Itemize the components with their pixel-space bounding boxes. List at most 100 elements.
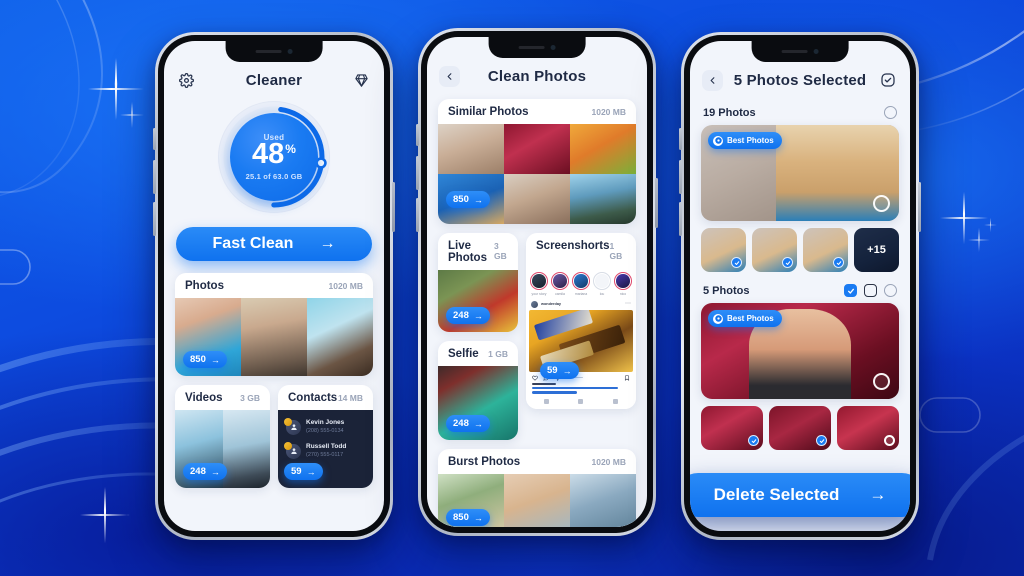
contact-info: Russell Todd (270) 555-0117 [306, 443, 346, 459]
select-all-circle[interactable] [884, 106, 897, 119]
phone-side-button [416, 156, 419, 190]
phone-side-button [416, 198, 419, 232]
count-pill[interactable]: 850 → [446, 509, 490, 526]
thumbnail [504, 474, 570, 527]
card-title: Live Photos [448, 240, 487, 264]
phone-notch [225, 41, 323, 62]
chevron-left-icon[interactable] [702, 69, 723, 91]
badge-label: Best Photos [727, 314, 774, 323]
check-icon[interactable] [748, 435, 759, 446]
count-pill[interactable]: 248 → [183, 463, 227, 480]
diamond-icon[interactable] [351, 70, 372, 91]
photo-select-circle[interactable] [873, 195, 890, 212]
thumbnail[interactable] [701, 228, 746, 272]
fast-clean-label: Fast Clean [212, 235, 294, 252]
phone-selection: 5 Photos Selected 19 Photos Best Photos … [679, 32, 921, 540]
check-icon[interactable] [782, 257, 793, 268]
count-pill[interactable]: 850 → [446, 191, 490, 208]
card-header: Contacts 14 MB [278, 385, 373, 410]
count-pill[interactable]: 59 → [284, 463, 323, 480]
card-header: Videos 3 GB [175, 385, 270, 410]
thumbnail [504, 174, 570, 224]
card-header: Screenshorts 1 GB [526, 233, 636, 267]
phone-notch [488, 37, 586, 58]
check-icon[interactable] [731, 257, 742, 268]
card-similar-photos[interactable]: Similar Photos 1020 MB 850 → [438, 99, 636, 224]
phone-side-button [153, 202, 156, 236]
select-all-circle[interactable] [884, 284, 897, 297]
thumbnail[interactable] [769, 406, 831, 450]
count-value: 850 [453, 194, 469, 205]
card-size: 3 GB [494, 241, 507, 261]
card-header: Photos 1020 MB [175, 273, 373, 298]
card-title: Burst Photos [448, 456, 521, 468]
count-value: 248 [190, 466, 206, 477]
thumbnail[interactable] [837, 406, 899, 450]
arrow-right-icon: → [473, 418, 483, 429]
check-circle-icon[interactable] [877, 70, 898, 91]
header-spacer [614, 66, 635, 87]
card-videos[interactable]: Videos 3 GB 248 → [175, 385, 270, 488]
app-header: Clean Photos [427, 59, 647, 93]
thumbnail [438, 124, 504, 174]
card-size: 1 GB [488, 349, 508, 359]
count-value: 850 [190, 354, 206, 365]
count-pill[interactable]: 248 → [446, 415, 490, 432]
card-title: Screenshorts [536, 240, 610, 252]
arrow-right-icon: → [306, 466, 316, 477]
check-icon[interactable] [816, 435, 827, 446]
check-icon[interactable] [833, 257, 844, 268]
app-header: Cleaner [164, 63, 384, 97]
photo-select-circle[interactable] [873, 373, 890, 390]
card-title: Photos [185, 280, 224, 292]
phone-power-button [392, 182, 395, 232]
card-live-photos[interactable]: Live Photos 3 GB 248 → [438, 233, 518, 332]
thumbnail [504, 124, 570, 174]
thumbnail[interactable] [752, 228, 797, 272]
count-pill[interactable]: 850 → [183, 351, 227, 368]
card-photos[interactable]: Photos 1020 MB 850 → [175, 273, 373, 376]
storage-ring: Used 48% 25.1 of 63.0 GB [164, 101, 384, 213]
arrow-right-icon: → [562, 365, 572, 376]
thumbnail-more[interactable]: +15 [854, 228, 899, 272]
avatar [531, 300, 538, 308]
list-item[interactable]: Kevin Jones (208) 555-0134 [284, 415, 367, 439]
video-thumbnails: 248 → [175, 410, 270, 488]
arrow-right-icon: → [473, 512, 483, 523]
delete-selected-button[interactable]: Delete Selected → [690, 473, 910, 517]
count-pill[interactable]: 59 → [540, 362, 579, 379]
gear-icon[interactable] [176, 70, 197, 91]
bottom-nav [529, 395, 633, 405]
arrow-right-icon: → [319, 235, 336, 252]
checkbox-unchecked[interactable] [864, 284, 877, 297]
contact-info: Kevin Jones (208) 555-0134 [306, 419, 344, 435]
card-selfie[interactable]: Selfie 1 GB 248 → [438, 341, 518, 440]
hero-photo[interactable]: Best Photos [701, 125, 899, 221]
card-contacts[interactable]: Contacts 14 MB Kevin Jones (208) 555-013… [278, 385, 373, 488]
card-screenshorts[interactable]: Screenshorts 1 GB your story camila mari… [526, 233, 636, 409]
thumbnail[interactable] [701, 406, 763, 450]
list-item[interactable]: Russell Todd (270) 555-0117 [284, 439, 367, 463]
fast-clean-button[interactable]: Fast Clean → [176, 227, 372, 261]
more-count-label: +15 [854, 228, 899, 272]
arrow-right-icon: → [210, 354, 220, 365]
chevron-left-icon[interactable] [439, 65, 460, 87]
arrow-right-icon: → [473, 194, 483, 205]
app-header: 5 Photos Selected [690, 63, 910, 97]
thumbnail[interactable] [803, 228, 848, 272]
count-pill[interactable]: 248 → [446, 307, 490, 324]
card-burst-photos[interactable]: Burst Photos 1020 MB 850 → [438, 449, 636, 527]
live-photo-thumb: 248 → [438, 270, 518, 332]
card-header: Live Photos 3 GB [438, 233, 518, 270]
hero-photo[interactable]: Best Photos [701, 303, 899, 399]
gear-icon [713, 313, 723, 324]
badge-label: Best Photos [727, 136, 774, 145]
phone-notch [751, 41, 849, 62]
ring-core: Used 48% 25.1 of 63.0 GB [230, 113, 318, 201]
card-header: Similar Photos 1020 MB [438, 99, 636, 124]
avatar [284, 441, 301, 459]
selfie-thumb: 248 → [438, 366, 518, 440]
checkbox-checked[interactable] [844, 284, 857, 297]
select-circle[interactable] [884, 435, 895, 446]
phone-power-button [655, 178, 658, 228]
